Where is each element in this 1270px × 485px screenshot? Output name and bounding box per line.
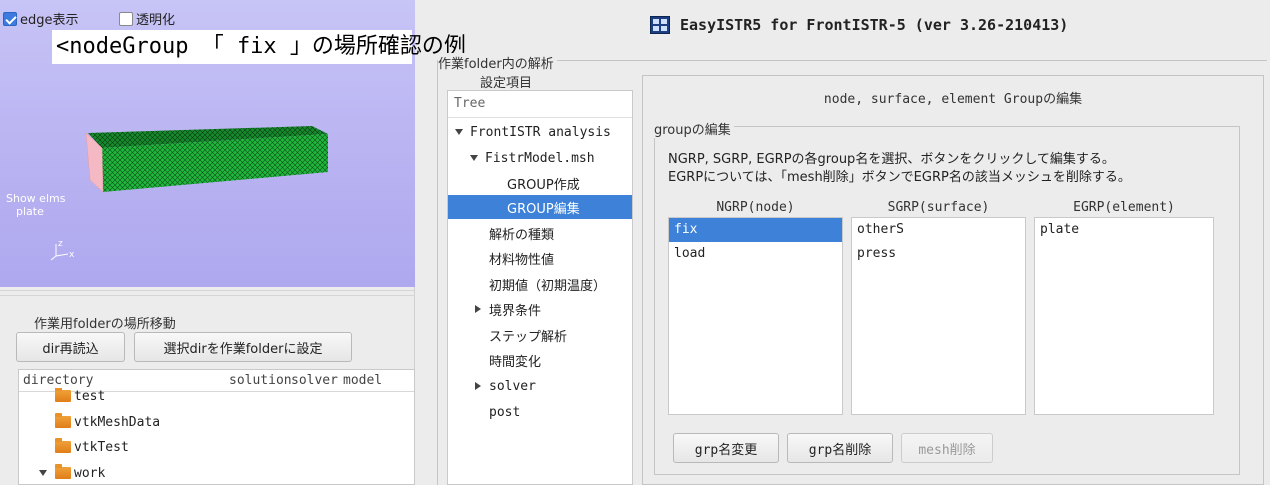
tree-item-label: GROUP編集 xyxy=(507,201,580,217)
tree-item-boundary[interactable]: 境界条件 xyxy=(448,297,632,321)
directory-table[interactable]: directory solution solver model test vtk… xyxy=(18,369,415,485)
edge-checkbox-label: edge表示 xyxy=(20,13,79,28)
dir-name: test xyxy=(74,388,106,404)
tree-item-group-edit[interactable]: GROUP編集 xyxy=(448,195,632,219)
panel-splitter[interactable] xyxy=(0,290,415,296)
plate-front-face xyxy=(102,134,328,192)
show-elms-line2: plate xyxy=(16,205,44,218)
folder-move-label: 作業用folderの場所移動 xyxy=(34,317,176,332)
tree-item-label: solver xyxy=(489,378,536,394)
sgrp-header: SGRP(surface) xyxy=(887,200,990,215)
collapse-arrow-icon[interactable] xyxy=(470,155,478,161)
transparent-checkbox[interactable]: 透明化 xyxy=(119,9,175,28)
tree-item-group-create[interactable]: GROUP作成 xyxy=(448,171,632,195)
list-item-press[interactable]: press xyxy=(852,242,1025,266)
list-item-load[interactable]: load xyxy=(669,242,842,266)
description-line-1: NGRP, SGRP, EGRPの各group名を選択、ボタンをクリックして編集… xyxy=(668,152,1115,167)
tree-item-label: 境界条件 xyxy=(489,303,542,319)
tree-item-label: 解析の種類 xyxy=(489,227,555,243)
rename-group-button[interactable]: grp名変更 xyxy=(673,433,779,463)
tree-item-label: ステップ解析 xyxy=(489,329,568,345)
ngrp-list[interactable]: fix load xyxy=(668,217,843,415)
plate-top-face xyxy=(88,126,328,148)
list-item-fix[interactable]: fix xyxy=(669,218,842,242)
delete-group-button[interactable]: grp名削除 xyxy=(787,433,893,463)
tree-item-frontistr-analysis[interactable]: FrontISTR analysis xyxy=(448,120,632,144)
dir-name: work xyxy=(74,465,106,481)
show-elms-text: Show elms plate xyxy=(6,192,65,218)
edge-checkbox[interactable]: edge表示 xyxy=(3,9,79,28)
set-work-folder-button[interactable]: 選択dirを作業folderに設定 xyxy=(134,332,352,362)
settings-items-label: 設定項目 xyxy=(480,76,533,91)
left-panel: edge表示 透明化 <nodeGroup 「 fix 」の場所確認の例 Sho… xyxy=(0,0,466,485)
analysis-group-label: 作業folder内の解析 xyxy=(438,53,557,72)
col-directory[interactable]: directory xyxy=(19,373,229,388)
tree-item-label: post xyxy=(489,404,521,420)
description-line-2: EGRPについては、「mesh削除」ボタンでEGRP名の該当メッシュを削除する。 xyxy=(668,170,1131,185)
mesh-delete-button[interactable]: mesh削除 xyxy=(901,433,993,463)
settings-tree[interactable]: Tree FrontISTR analysis FistrModel.msh G… xyxy=(447,90,633,485)
tree-item-initial-value[interactable]: 初期値（初期温度） xyxy=(448,272,632,296)
app-title-bar: EasyISTR5 for FrontISTR-5 (ver 3.26-2104… xyxy=(650,16,1068,34)
folder-icon xyxy=(55,388,71,402)
tree-item-material[interactable]: 材料物性値 xyxy=(448,246,632,270)
sgrp-list[interactable]: otherS press xyxy=(851,217,1026,415)
col-model[interactable]: model xyxy=(343,373,393,388)
col-solution[interactable]: solution xyxy=(229,373,292,388)
tree-item-label: 時間変化 xyxy=(489,354,542,370)
tree-header: Tree xyxy=(448,91,632,118)
dir-row-test[interactable]: test xyxy=(55,388,105,404)
dir-row-vtktest[interactable]: vtkTest xyxy=(55,437,129,457)
axis-z-label: z xyxy=(58,239,63,249)
expand-arrow-icon[interactable] xyxy=(39,470,47,476)
expand-arrow-icon[interactable] xyxy=(475,305,481,313)
folder-icon xyxy=(55,413,71,428)
list-item-plate[interactable]: plate xyxy=(1035,218,1213,242)
ngrp-header: NGRP(node) xyxy=(716,200,795,215)
tree-item-solver[interactable]: solver xyxy=(448,374,632,398)
folder-icon xyxy=(55,438,71,453)
annotation-caption: <nodeGroup 「 fix 」の場所確認の例 xyxy=(52,30,466,64)
expand-arrow-icon[interactable] xyxy=(475,382,481,390)
tree-item-label: GROUP作成 xyxy=(507,177,580,193)
tree-item-label: FistrModel.msh xyxy=(485,150,595,166)
dir-row-work[interactable]: work xyxy=(39,463,105,483)
fix-face xyxy=(85,132,104,193)
dir-row-vtkmeshdata[interactable]: vtkMeshData xyxy=(55,412,160,432)
col-solver[interactable]: solver xyxy=(291,373,343,388)
app-title: EasyISTR5 for FrontISTR-5 (ver 3.26-2104… xyxy=(680,16,1069,34)
group-edit-title: node, surface, element Groupの編集 xyxy=(823,92,1083,107)
tree-item-fistrmodel[interactable]: FistrModel.msh xyxy=(448,146,632,170)
transparent-checkbox-box[interactable] xyxy=(119,11,133,26)
transparent-checkbox-label: 透明化 xyxy=(136,13,176,28)
axis-triad-icon: z x xyxy=(50,239,75,261)
edge-checkbox-box[interactable] xyxy=(3,11,17,26)
list-item-others[interactable]: otherS xyxy=(852,218,1025,242)
egrp-header: EGRP(element) xyxy=(1073,200,1175,215)
dir-name: vtkTest xyxy=(74,439,129,455)
tree-item-step[interactable]: ステップ解析 xyxy=(448,323,632,347)
tree-item-analysis-type[interactable]: 解析の種類 xyxy=(448,221,632,245)
egrp-list[interactable]: plate xyxy=(1034,217,1214,415)
dir-name: vtkMeshData xyxy=(74,414,161,430)
app-logo-icon xyxy=(650,16,670,34)
folder-icon xyxy=(55,464,71,479)
tree-item-label: FrontISTR analysis xyxy=(470,124,611,140)
collapse-arrow-icon[interactable] xyxy=(455,129,463,135)
mesh-viewer[interactable]: edge表示 透明化 <nodeGroup 「 fix 」の場所確認の例 Sho… xyxy=(0,0,466,287)
tree-item-time[interactable]: 時間変化 xyxy=(448,348,632,372)
axis-x-label: x xyxy=(69,250,75,260)
show-elms-line1: Show elms xyxy=(6,192,66,205)
tree-item-label: 材料物性値 xyxy=(489,252,555,268)
tree-item-label: 初期値（初期温度） xyxy=(489,278,607,294)
tree-item-post[interactable]: post xyxy=(448,400,632,424)
group-edit-label: groupの編集 xyxy=(654,119,734,138)
reload-dir-button[interactable]: dir再読込 xyxy=(16,332,125,362)
